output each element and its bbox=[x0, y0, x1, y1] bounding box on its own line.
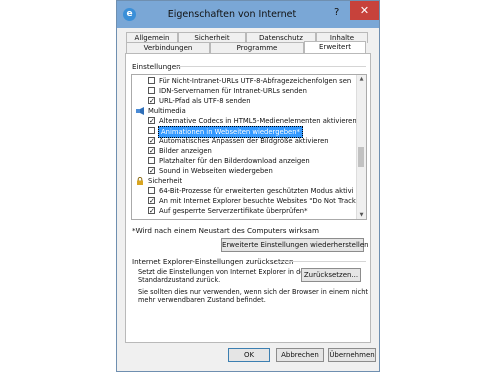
internet-options-dialog: e Eigenschaften von Internet ? ✕ Allgeme… bbox=[116, 0, 380, 372]
reset-section-title: Internet Explorer-Einstellungen zurückse… bbox=[132, 257, 294, 266]
checkbox-checked[interactable]: ✓ bbox=[148, 97, 155, 105]
settings-tree[interactable]: Für Nicht-Intranet-URLs UTF-8-Abfragezei… bbox=[131, 74, 367, 220]
close-button[interactable]: ✕ bbox=[350, 1, 379, 20]
title-bar[interactable]: e Eigenschaften von Internet ? ✕ bbox=[117, 1, 379, 28]
checkbox[interactable] bbox=[148, 87, 155, 94]
advanced-panel: Einstellungen Für Nicht-Intranet-URLs UT… bbox=[125, 53, 371, 343]
restart-note: *Wird nach einem Neustart des Computers … bbox=[132, 226, 319, 235]
reset-description-line2: Standardzustand zurück. bbox=[138, 276, 221, 284]
tab-programme[interactable]: Programme bbox=[210, 42, 304, 53]
checkbox-checked[interactable]: ✓ bbox=[148, 117, 155, 125]
apply-button[interactable]: Übernehmen bbox=[328, 348, 376, 362]
reset-button[interactable]: Zurücksetzen... bbox=[301, 268, 361, 282]
restore-advanced-button[interactable]: Erweiterte Einstellungen wiederherstelle… bbox=[221, 238, 369, 252]
reset-warning-line1: Sie sollten dies nur verwenden, wenn sic… bbox=[138, 288, 368, 296]
checkbox[interactable] bbox=[148, 77, 155, 84]
tree-scrollbar[interactable]: ▲ ▼ bbox=[356, 75, 366, 219]
scroll-down-icon[interactable]: ▼ bbox=[357, 211, 366, 219]
divider bbox=[176, 66, 366, 67]
window-title: Eigenschaften von Internet bbox=[167, 9, 297, 20]
divider bbox=[276, 261, 366, 262]
help-button[interactable]: ? bbox=[334, 7, 339, 18]
checkbox[interactable] bbox=[148, 187, 155, 194]
checkbox-checked[interactable]: ✓ bbox=[148, 207, 155, 215]
checkbox-checked[interactable]: ✓ bbox=[148, 197, 155, 205]
settings-label: Einstellungen bbox=[132, 62, 181, 71]
checkbox-checked[interactable]: ✓ bbox=[148, 167, 155, 175]
scroll-thumb[interactable] bbox=[358, 147, 364, 167]
checkbox[interactable] bbox=[148, 127, 155, 134]
multimedia-icon bbox=[136, 107, 144, 115]
checkbox[interactable] bbox=[148, 157, 155, 164]
checkbox-checked[interactable]: ✓ bbox=[148, 137, 155, 145]
scroll-up-icon[interactable]: ▲ bbox=[357, 75, 366, 83]
cancel-button[interactable]: Abbrechen bbox=[276, 348, 324, 362]
checkbox-checked[interactable]: ✓ bbox=[148, 147, 155, 155]
reset-description-line1: Setzt die Einstellungen von Internet Exp… bbox=[138, 268, 309, 276]
ok-button[interactable]: OK bbox=[228, 348, 270, 362]
tab-verbindungen[interactable]: Verbindungen bbox=[126, 42, 210, 53]
reset-warning-line2: mehr verwendbaren Zustand befindet. bbox=[138, 296, 266, 304]
lock-icon bbox=[137, 177, 143, 185]
